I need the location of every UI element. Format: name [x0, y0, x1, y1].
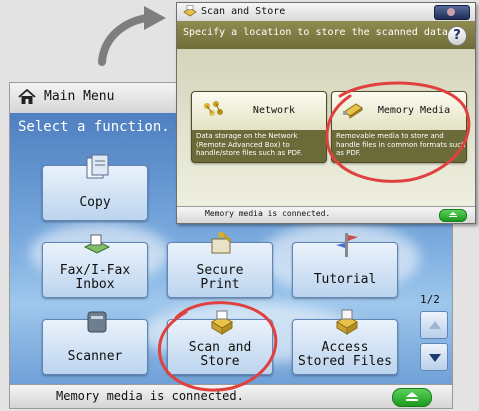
- main-menu-prompt: Select a function.: [18, 119, 170, 135]
- scan-store-title: Scan and Store: [201, 6, 286, 17]
- scan-store-body: Network Data storage on the Network (Rem…: [177, 49, 475, 209]
- memory-media-icon: [343, 103, 363, 119]
- chevron-up-icon: [429, 321, 441, 329]
- scanner-button[interactable]: Scanner: [42, 311, 148, 375]
- copy-button[interactable]: Copy: [42, 154, 148, 221]
- copy-label: Copy: [79, 195, 111, 210]
- eject-icon: [449, 212, 457, 215]
- tutorial-label: Tutorial: [313, 272, 377, 287]
- eject-icon: [406, 392, 418, 397]
- scan-store-corner-button[interactable]: [434, 5, 470, 20]
- chevron-down-icon: [429, 354, 441, 362]
- network-description: Data storage on the Network (Remote Adva…: [196, 132, 303, 157]
- secure-print-button[interactable]: Secure Print: [167, 231, 273, 298]
- copy-icon: [86, 154, 109, 179]
- scan-store-icon: [211, 310, 233, 335]
- access-files-label-line1: Access: [321, 340, 369, 355]
- scroll-down-button[interactable]: [420, 343, 448, 371]
- network-title: Network: [252, 105, 296, 116]
- scan-and-store-window: Scan and Store Specify a location to sto…: [176, 2, 476, 224]
- fax-icon: [83, 234, 111, 254]
- help-button[interactable]: ?: [447, 26, 467, 46]
- scroll-up-button[interactable]: [420, 311, 448, 339]
- memory-media-button[interactable]: Memory Media Removable media to store an…: [331, 91, 467, 163]
- status-indicator-icon: [447, 8, 455, 16]
- scanner-label: Scanner: [67, 349, 123, 364]
- access-files-label-line2: Stored Files: [298, 354, 392, 369]
- help-icon: ?: [453, 28, 461, 43]
- fax-label-line2: Inbox: [75, 277, 115, 292]
- main-menu-title: Main Menu: [44, 89, 115, 104]
- scan-store-title-icon: [183, 5, 197, 17]
- scan-store-label-line1: Scan and: [188, 340, 252, 355]
- tutorial-icon: [336, 233, 358, 257]
- access-files-icon: [336, 309, 358, 335]
- scan-store-subtitle-bar: Specify a location to store the scanned …: [177, 21, 475, 49]
- main-status-bar: Memory media is connected.: [10, 384, 452, 408]
- scan-store-status-bar: Memory media is connected.: [177, 206, 475, 223]
- tutorial-button[interactable]: Tutorial: [292, 233, 398, 298]
- access-stored-files-button[interactable]: Access Stored Files: [292, 309, 398, 375]
- scan-store-subtitle: Specify a location to store the scanned …: [183, 27, 454, 38]
- memory-media-title: Memory Media: [377, 105, 451, 116]
- home-icon[interactable]: [18, 89, 36, 105]
- scan-store-titlebar: Scan and Store: [177, 3, 475, 21]
- eject-button[interactable]: [392, 388, 432, 407]
- secure-print-icon: [211, 231, 232, 254]
- fax-inbox-button[interactable]: Fax/I-Fax Inbox: [42, 234, 148, 298]
- scanner-icon: [87, 311, 107, 333]
- network-icon: [204, 101, 223, 116]
- scan-store-label-line2: Store: [200, 354, 240, 369]
- network-button[interactable]: Network Data storage on the Network (Rem…: [191, 91, 327, 163]
- scan-and-store-button[interactable]: Scan and Store: [167, 310, 273, 375]
- page-indicator: 1/2: [420, 293, 440, 306]
- main-status-text: Memory media is connected.: [56, 389, 244, 403]
- secure-print-label-line1: Secure: [196, 263, 244, 278]
- secure-print-label-line2: Print: [200, 277, 240, 292]
- scan-store-eject-button[interactable]: [439, 209, 467, 222]
- memory-media-description: Removable media to store and handle file…: [336, 132, 466, 157]
- fax-label-line1: Fax/I-Fax: [59, 263, 131, 278]
- scan-store-status-text: Memory media is connected.: [205, 209, 331, 218]
